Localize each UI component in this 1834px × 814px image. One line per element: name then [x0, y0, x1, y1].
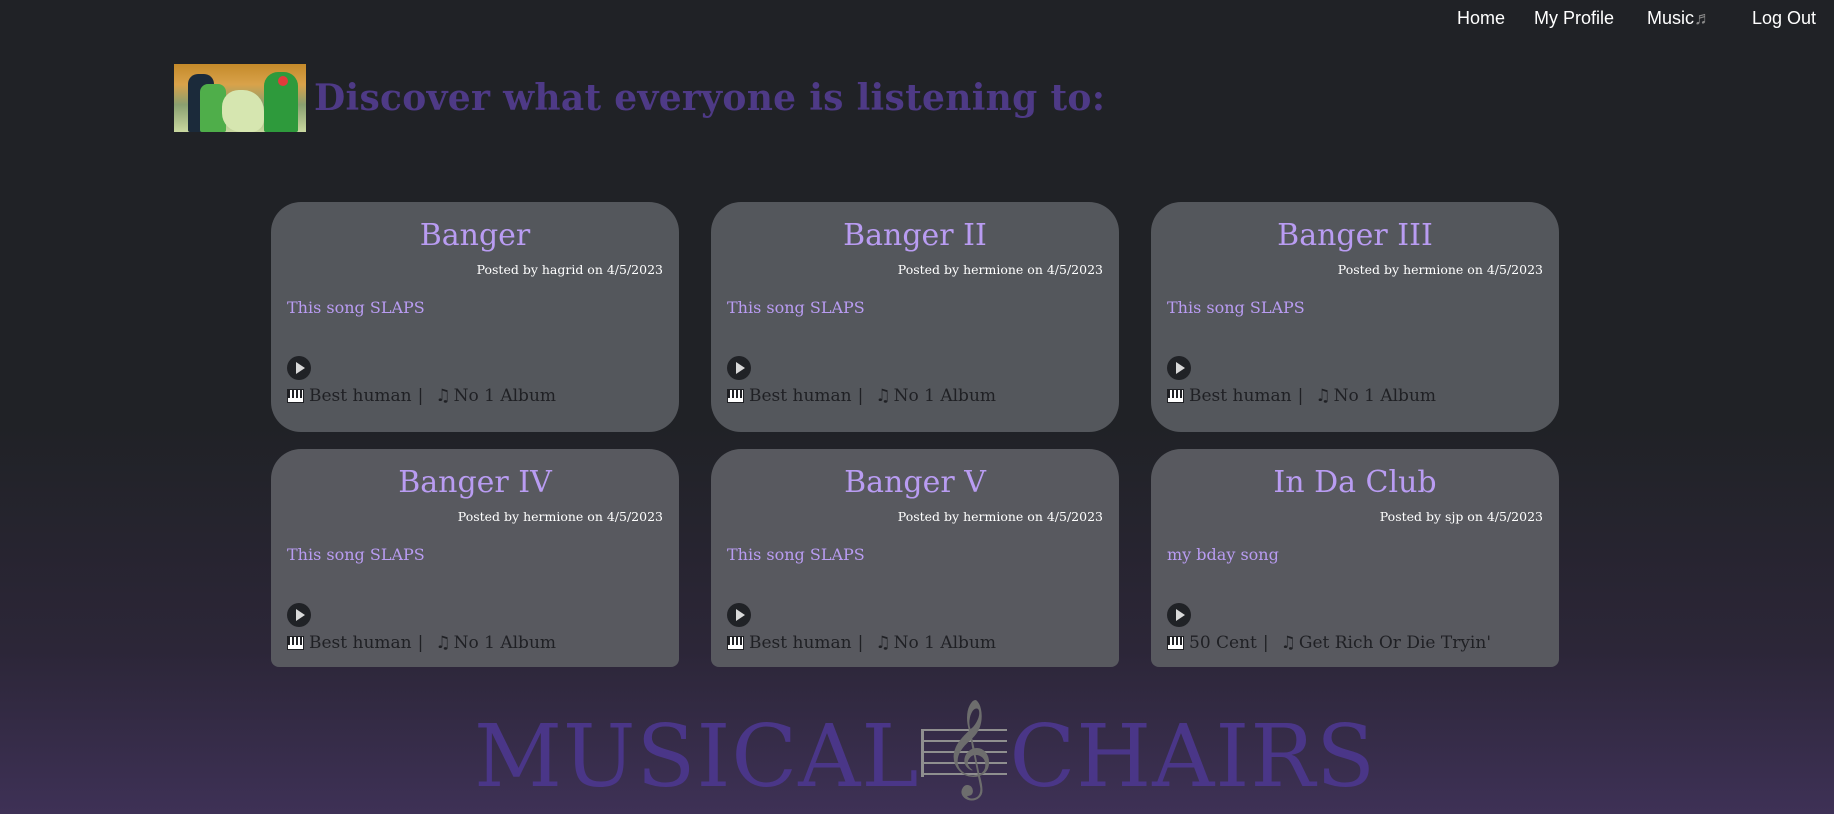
artist-name: Best human [749, 386, 852, 406]
separator: | [1262, 633, 1269, 653]
song-details: Best human | ♫ No 1 Album [727, 633, 996, 653]
footer-brand: MUSICAL 𝄞 CHAIRS [0, 700, 1834, 814]
music-note-icon: ♫ [875, 386, 891, 406]
play-button[interactable] [727, 356, 751, 380]
post-meta: Posted by hermione on 4/5/2023 [1337, 262, 1543, 277]
music-note-icon: ♫ [435, 386, 451, 406]
song-title: Banger [419, 218, 531, 253]
song-details: Best human | ♫ No 1 Album [727, 386, 996, 406]
song-details: Best human | ♫ No 1 Album [1167, 386, 1436, 406]
nav-music-label[interactable]: Music [1647, 8, 1694, 28]
piano-icon [287, 389, 304, 403]
song-card: In Da Club Posted by sjp on 4/5/2023 my … [1151, 449, 1559, 667]
page-title: Discover what everyone is listening to: [314, 77, 1106, 120]
nav-music-link[interactable]: Music♬ [1647, 8, 1712, 29]
play-button[interactable] [287, 603, 311, 627]
nav-logout-link[interactable]: Log Out [1752, 8, 1816, 29]
song-card: Banger II Posted by hermione on 4/5/2023… [711, 202, 1119, 432]
nav-profile-link[interactable]: My Profile [1534, 8, 1614, 29]
artist-name: Best human [749, 633, 852, 653]
song-card: Banger V Posted by hermione on 4/5/2023 … [711, 449, 1119, 667]
music-notes-icon: ♬ [1694, 8, 1713, 28]
music-note-icon: ♫ [1315, 386, 1331, 406]
song-card-grid: Banger Posted by hagrid on 4/5/2023 This… [271, 202, 1560, 667]
album-name: No 1 Album [453, 386, 557, 406]
piano-icon [1167, 389, 1184, 403]
album-name: No 1 Album [893, 633, 997, 653]
song-card: Banger Posted by hagrid on 4/5/2023 This… [271, 202, 679, 432]
song-details: Best human | ♫ No 1 Album [287, 386, 556, 406]
header-photo [174, 64, 306, 133]
piano-icon [727, 389, 744, 403]
artist-name: Best human [309, 386, 412, 406]
album-name: No 1 Album [453, 633, 557, 653]
artist-name: Best human [1189, 386, 1292, 406]
album-name: No 1 Album [1333, 386, 1437, 406]
music-note-icon: ♫ [1280, 633, 1296, 653]
separator: | [1297, 386, 1304, 406]
separator: | [417, 386, 424, 406]
song-description: This song SLAPS [1167, 298, 1305, 317]
brand-word-right: CHAIRS [1009, 707, 1376, 807]
song-title: Banger IV [398, 465, 552, 500]
song-title: Banger V [844, 465, 986, 500]
song-description: This song SLAPS [287, 298, 425, 317]
piano-icon [727, 636, 744, 650]
song-card: Banger IV Posted by hermione on 4/5/2023… [271, 449, 679, 667]
post-meta: Posted by hermione on 4/5/2023 [897, 262, 1103, 277]
album-name: No 1 Album [893, 386, 997, 406]
song-description: This song SLAPS [727, 298, 865, 317]
song-card: Banger III Posted by hermione on 4/5/202… [1151, 202, 1559, 432]
brand-word-left: MUSICAL [474, 707, 920, 807]
song-details: 50 Cent | ♫ Get Rich Or Die Tryin' [1167, 633, 1491, 653]
nav-home-link[interactable]: Home [1457, 8, 1505, 29]
music-note-icon: ♫ [875, 633, 891, 653]
song-title: Banger II [843, 218, 987, 253]
artist-name: Best human [309, 633, 412, 653]
piano-icon [1167, 636, 1184, 650]
song-title: In Da Club [1273, 465, 1437, 500]
post-meta: Posted by hermione on 4/5/2023 [457, 509, 663, 524]
play-button[interactable] [727, 603, 751, 627]
artist-name: 50 Cent [1189, 633, 1257, 653]
album-name: Get Rich Or Die Tryin' [1298, 633, 1491, 653]
post-meta: Posted by hagrid on 4/5/2023 [476, 262, 663, 277]
separator: | [857, 633, 864, 653]
play-button[interactable] [1167, 603, 1191, 627]
song-description: This song SLAPS [287, 545, 425, 564]
separator: | [857, 386, 864, 406]
play-button[interactable] [1167, 356, 1191, 380]
separator: | [417, 633, 424, 653]
song-title: Banger III [1277, 218, 1433, 253]
piano-icon [287, 636, 304, 650]
page-header: Discover what everyone is listening to: [174, 53, 1105, 143]
music-note-icon: ♫ [435, 633, 451, 653]
song-description: my bday song [1167, 545, 1279, 564]
post-meta: Posted by sjp on 4/5/2023 [1379, 509, 1543, 524]
song-description: This song SLAPS [727, 545, 865, 564]
song-details: Best human | ♫ No 1 Album [287, 633, 556, 653]
play-button[interactable] [287, 356, 311, 380]
treble-clef-icon: 𝄞 [921, 705, 1008, 803]
post-meta: Posted by hermione on 4/5/2023 [897, 509, 1103, 524]
